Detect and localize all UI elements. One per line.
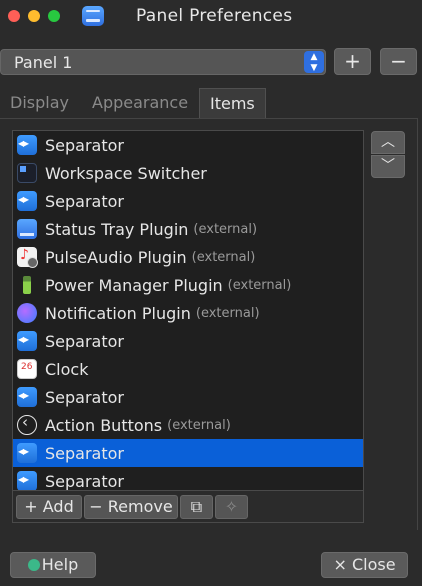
item-properties-button[interactable]: ⧉	[180, 495, 213, 519]
help-button[interactable]: Help	[10, 552, 96, 578]
separator-icon	[17, 471, 37, 490]
chevron-down-icon: ﹀	[381, 158, 395, 174]
list-item-label: Separator	[45, 443, 124, 463]
tab-display[interactable]: Display	[10, 88, 69, 118]
status-tray-icon	[17, 219, 37, 239]
list-item[interactable]: Action Buttons(external)	[13, 411, 363, 439]
list-item[interactable]: Separator	[13, 383, 363, 411]
external-tag: (external)	[167, 417, 231, 433]
list-item-label: Clock	[45, 359, 89, 379]
list-item[interactable]: PulseAudio Plugin(external)	[13, 243, 363, 271]
add-item-button[interactable]: + Add	[16, 495, 82, 519]
external-tag: (external)	[191, 249, 256, 265]
list-item[interactable]: Power Manager Plugin (external)	[13, 271, 363, 299]
move-down-button[interactable]: ﹀	[371, 155, 405, 178]
list-item-label: Separator	[45, 191, 124, 211]
separator-icon	[17, 135, 37, 155]
minimize-window-icon[interactable]	[28, 10, 40, 22]
move-up-button[interactable]: ︿	[371, 131, 405, 154]
external-tag: (external)	[193, 221, 258, 237]
zoom-window-icon[interactable]	[48, 10, 60, 22]
window-title: Panel Preferences	[136, 6, 293, 26]
list-item[interactable]: Status Tray Plugin (external)	[13, 215, 363, 243]
about-icon: ✧	[224, 497, 239, 516]
list-item[interactable]: Separator	[13, 131, 363, 159]
battery-icon	[17, 275, 37, 295]
close-button[interactable]: × Close	[321, 552, 408, 578]
panel-select[interactable]: Panel 1 ▲ ▼	[0, 49, 326, 75]
list-item[interactable]: Clock	[13, 355, 363, 383]
list-item-label: PulseAudio Plugin	[45, 247, 187, 267]
pulseaudio-icon	[17, 247, 38, 268]
remove-item-button[interactable]: − Remove	[84, 495, 178, 519]
panel-select-value: Panel 1	[14, 53, 73, 72]
properties-icon: ⧉	[190, 497, 203, 516]
tab-bar: Display Appearance Items	[0, 88, 418, 119]
list-item[interactable]: Workspace Switcher	[13, 159, 363, 187]
separator-icon	[17, 387, 37, 407]
separator-icon	[17, 191, 37, 211]
close-window-icon[interactable]	[8, 10, 20, 22]
help-label: Help	[41, 555, 79, 574]
list-item-label: Separator	[45, 471, 124, 491]
items-list[interactable]: Separator Workspace Switcher Separator Stat…	[12, 130, 364, 491]
separator-icon	[17, 443, 37, 463]
list-item[interactable]: Separator	[13, 187, 363, 215]
list-item[interactable]: Separator	[13, 439, 363, 467]
remove-panel-button[interactable]: −	[380, 48, 417, 75]
help-icon	[27, 559, 40, 571]
title-bar: Panel Preferences	[0, 0, 422, 34]
tab-items[interactable]: Items	[199, 88, 266, 118]
action-buttons-icon	[17, 413, 37, 435]
list-item-label: Action Buttons	[45, 415, 163, 435]
chevron-up-icon: ︿	[381, 134, 395, 150]
notification-icon	[17, 303, 37, 323]
list-item-label: Separator	[45, 135, 124, 155]
separator-icon	[17, 331, 37, 351]
external-tag: (external)	[227, 277, 292, 293]
tab-appearance[interactable]: Appearance	[92, 88, 188, 118]
list-item[interactable]: Separator	[13, 467, 363, 491]
list-item[interactable]: Notification Plugin (external)	[13, 299, 363, 327]
list-item-label: Status Tray Plugin	[45, 219, 189, 239]
list-item[interactable]: Separator	[13, 327, 363, 355]
workspace-switcher-icon	[17, 163, 37, 183]
list-item-label: Power Manager Plugin	[45, 275, 223, 295]
calendar-clock-icon	[17, 359, 37, 379]
chevron-up-down-icon: ▲ ▼	[304, 51, 324, 73]
item-about-button[interactable]: ✧	[215, 495, 248, 519]
add-panel-button[interactable]: +	[334, 48, 371, 75]
list-item-label: Notification Plugin	[45, 303, 191, 323]
list-item-label: Separator	[45, 387, 124, 407]
list-item-label: Separator	[45, 331, 124, 351]
external-tag: (external)	[195, 305, 260, 321]
panel-app-icon	[82, 6, 104, 26]
list-item-label: Workspace Switcher	[45, 163, 207, 183]
